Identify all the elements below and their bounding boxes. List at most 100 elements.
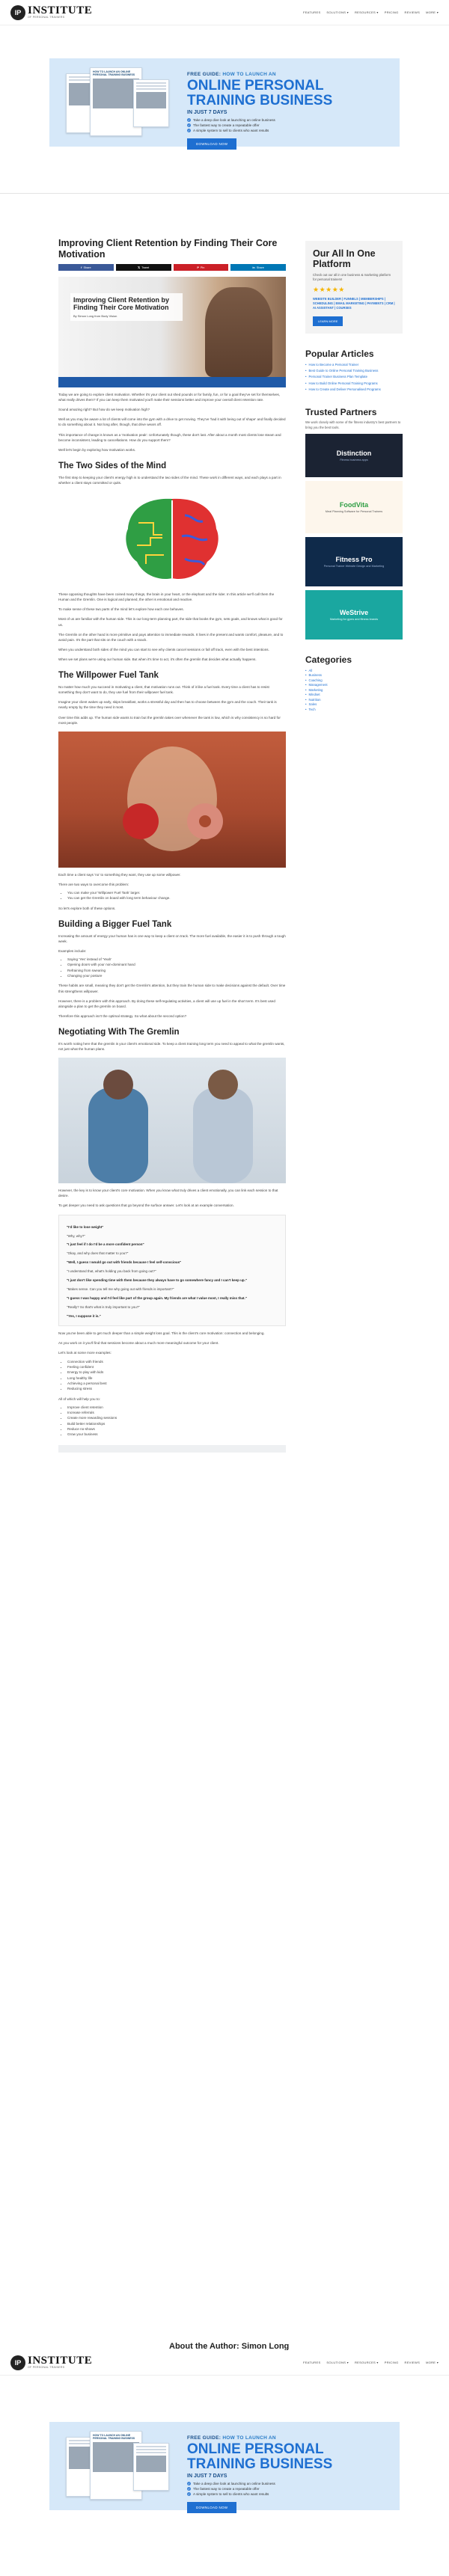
dialogue-line: "Makes sense. Can you tell me why going … (67, 1287, 174, 1292)
main-nav: Features Solutions ▾ Resources ▾ Pricing… (303, 2361, 439, 2364)
site-logo[interactable]: IP INSTITUTE OF PERSONAL TRAINERS (10, 4, 92, 20)
logo-subtitle: OF PERSONAL TRAINERS (28, 16, 65, 19)
learn-more-button[interactable]: LEARN MORE (313, 316, 343, 327)
paragraph: Each time a client says 'no' to somethin… (58, 872, 181, 877)
paragraph: Over time this adds up. The human side w… (58, 715, 281, 725)
promo-headline: ONLINE PERSONAL TRAINING BUSINESS (187, 78, 333, 108)
paragraph: Examples include: (58, 948, 87, 953)
partner-card[interactable]: Distinction Fitness business apps (305, 434, 403, 478)
partner-sub: Marketing for gyms and fitness brands (329, 618, 379, 622)
paragraph: This importance of change is known as a … (58, 432, 281, 442)
x-icon: 𝕏 (138, 266, 141, 269)
download-button[interactable]: DOWNLOAD NOW (187, 2501, 237, 2513)
popular-article-link[interactable]: • Personal Trainer Business Plan Template (305, 375, 403, 379)
apple-donut-photo (58, 731, 286, 868)
bullet-icon: • (305, 363, 307, 367)
list-item: Improve client retention (67, 1405, 286, 1410)
popular-article-link[interactable]: • Best Guide to Online Personal Training … (305, 369, 403, 373)
promo-kicker-b: HOW TO LAUNCH AN (222, 72, 276, 77)
paragraph: Well as you may be aware a lot of client… (58, 417, 286, 427)
promo-benefits: ✓ Take a deep dive look at launching an o… (187, 117, 392, 132)
dialogue-line: "I just feel if I do I'd be a more confi… (67, 1242, 144, 1247)
brain-icon (126, 498, 219, 580)
logo-badge-icon: IP (10, 4, 25, 20)
popular-article-link[interactable]: • How to Become a Personal Trainer (305, 363, 403, 367)
bullet-icon: • (305, 387, 307, 391)
hero-image: Improving Client Retention by Finding Th… (58, 277, 286, 387)
brain-illustration (58, 491, 286, 588)
conversation-image (88, 1070, 253, 1184)
nav-reviews[interactable]: Reviews (405, 2361, 421, 2364)
article: Improving Client Retention by Finding Th… (58, 238, 286, 1453)
partner-name: Distinction (336, 450, 372, 458)
list-item: Connection with friends (67, 1359, 286, 1364)
paragraph: As you work on it you'll find that sessi… (58, 1341, 219, 1346)
paragraph: No matter how much you succeed in motiva… (58, 685, 269, 695)
promo-days: IN JUST 7 DAYS (187, 2473, 227, 2479)
platform-box: Our All In One Platform Check out our al… (305, 241, 403, 334)
promo-kicker: FREE GUIDE: (187, 72, 222, 77)
bullet-icon: • (305, 381, 307, 385)
popular-article-link[interactable]: • How to Build Online Personal Training P… (305, 381, 403, 386)
paragraph: There are two ways to overcome this prob… (58, 882, 129, 886)
category-link[interactable]: • Tech (305, 708, 403, 712)
promo-benefits: ✓ Take a deep dive look at launching an o… (187, 2481, 392, 2496)
list-item: Grow your business (67, 1432, 286, 1437)
comment-bar[interactable] (58, 1444, 286, 1453)
free-guide-banner: HOW TO LAUNCH AN ONLINE PERSONAL TRAININ… (49, 58, 400, 150)
share-linkedin-button[interactable]: in Share (230, 264, 286, 271)
section-heading: The Two Sides of the Mind (58, 461, 167, 470)
popular-article-link[interactable]: • How to Create and Deliver Personalised … (305, 387, 403, 392)
pinterest-icon: P (197, 266, 199, 269)
download-button[interactable]: DOWNLOAD NOW (187, 138, 237, 150)
categories-list: • All • Business • Coaching • Management • Ma… (305, 669, 403, 712)
list-item: You can get the Gremlin on board with lo… (67, 895, 286, 901)
paragraph: So let's explore both of these options. (58, 906, 116, 910)
nav-pricing[interactable]: Pricing (385, 10, 399, 14)
dialogue-line: "I'd like to lose weight" (67, 1224, 104, 1229)
partner-sub: Fitness business apps (340, 459, 368, 462)
list-item: Feeling confident (67, 1364, 286, 1370)
share-x-button[interactable]: 𝕏 Tweet (115, 264, 171, 271)
nav-more[interactable]: More ▾ (426, 2361, 439, 2364)
nav-resources[interactable]: Resources ▾ (355, 10, 379, 14)
nav-more[interactable]: More ▾ (426, 10, 439, 14)
list-item: Opening doors with your non-dominant han… (67, 962, 286, 967)
share-pinterest-button[interactable]: P Pin (173, 264, 229, 271)
nav-reviews[interactable]: Reviews (405, 10, 421, 14)
partners-title: Trusted Partners (305, 407, 377, 418)
partner-card[interactable]: FoodVita Meal Planning Software for Pers… (305, 481, 403, 534)
paragraph: It's worth noting here that the gremlin … (58, 1042, 285, 1052)
paragraph: These opposing thoughts have been coined… (58, 592, 275, 602)
platform-title: Our All In One Platform (313, 248, 376, 270)
list-item: ✓ The fastest way to create a repeatable … (187, 2486, 260, 2491)
partner-name: Fitness Pro (335, 556, 373, 564)
article-title: Improving Client Retention by Finding Th… (58, 238, 278, 260)
site-logo[interactable]: IP INSTITUTE OF PERSONAL TRAINERS (10, 2355, 92, 2370)
sticky-header: IP INSTITUTE OF PERSONAL TRAINERS Featur… (0, 2350, 449, 2376)
nav-pricing[interactable]: Pricing (385, 2361, 399, 2364)
share-facebook-button[interactable]: f Share (58, 264, 114, 271)
linkedin-icon: in (252, 266, 255, 269)
bullet-icon: • (305, 375, 307, 379)
nav-solutions[interactable]: Solutions ▾ (326, 10, 349, 14)
nav-resources[interactable]: Resources ▾ (355, 2361, 379, 2364)
list-item: You can make your 'Willpower Fuel Tank' … (67, 890, 286, 895)
nav-solutions[interactable]: Solutions ▾ (326, 2361, 349, 2364)
list-item: ✓ Take a deep dive look at launching an o… (187, 117, 275, 122)
nav-features[interactable]: Features (303, 10, 320, 14)
nav-features[interactable]: Features (303, 2361, 320, 2364)
hero-title: Improving Client Retention by Finding Th… (73, 296, 170, 312)
motivation-examples: Connection with friends Feeling confiden… (58, 1359, 286, 1392)
partner-card[interactable]: WeStrive Marketing for gyms and fitness … (305, 590, 403, 640)
partner-card[interactable]: Fitness Pro Personal Trainer Website Des… (305, 537, 403, 587)
paragraph: These habits are small, meaning they don… (58, 984, 286, 993)
categories-title: Categories (305, 654, 352, 666)
bullet-icon: • (305, 369, 307, 373)
list-item: Energy to play with kids (67, 1370, 286, 1375)
willpower-options: You can make your 'Willpower Fuel Tank' … (58, 890, 286, 901)
popular-articles-title: Popular Articles (305, 349, 374, 360)
list-item: ✓ A simple system to sell to clients who … (187, 2491, 269, 2496)
dialogue-line: "Why, why?" (67, 1233, 85, 1238)
popular-articles: • How to Become a Personal Trainer • Best … (305, 363, 403, 392)
